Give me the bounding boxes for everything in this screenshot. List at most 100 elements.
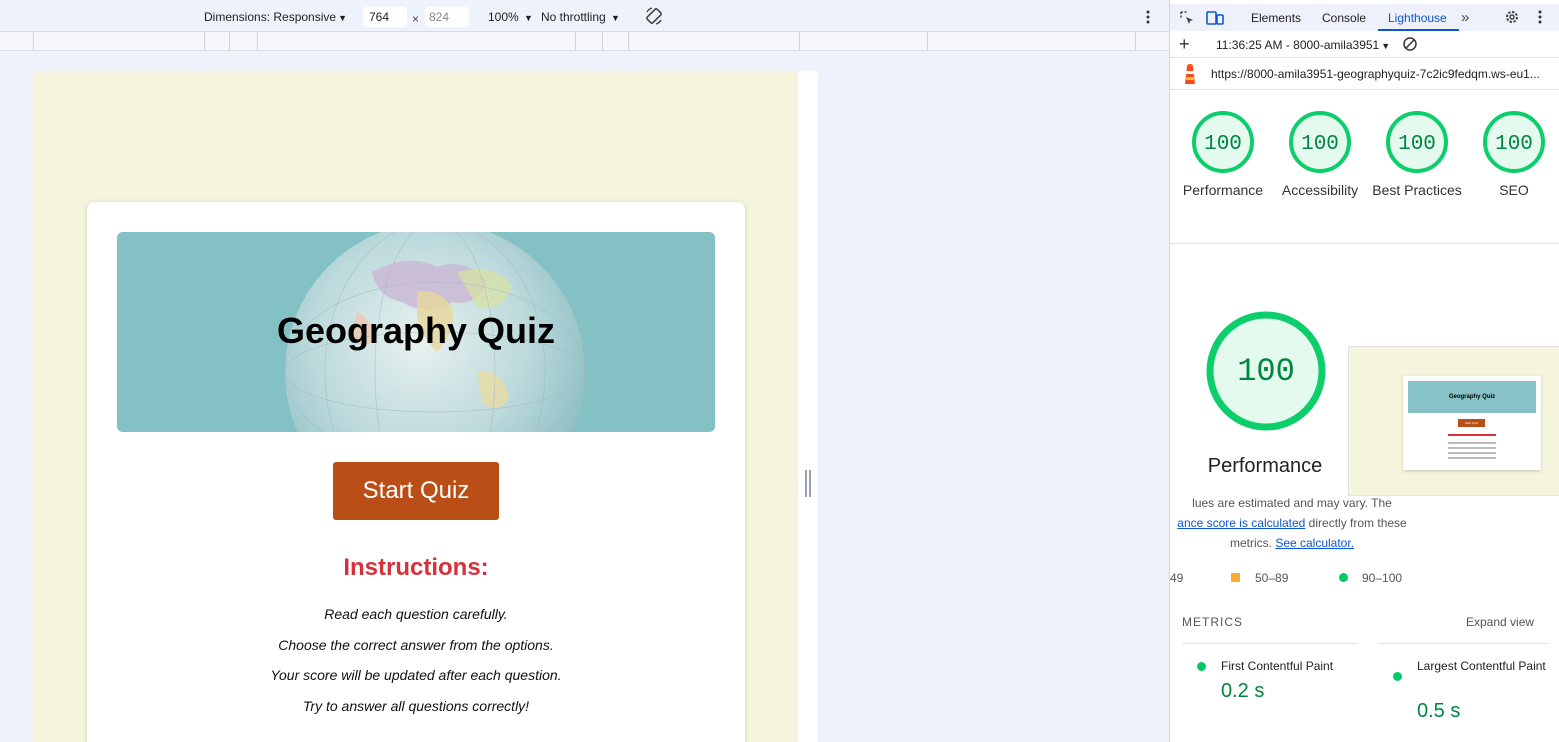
height-input[interactable]: 824: [425, 7, 469, 27]
metric-value: 0.2 s: [1221, 680, 1265, 702]
score-ring: 100: [1192, 111, 1254, 173]
more-tabs-icon[interactable]: »: [1461, 9, 1469, 26]
ruler-tick: [1135, 32, 1136, 51]
devtools-tabbar: Elements Console Lighthouse »: [1170, 4, 1559, 31]
expand-view-toggle[interactable]: Expand view: [1466, 615, 1534, 629]
instructions-heading: Instructions:: [343, 554, 489, 581]
score-gauge-performance[interactable]: 100 Performance: [1175, 110, 1271, 200]
pass-circle-icon: [1339, 573, 1348, 582]
quiz-title: Geography Quiz: [276, 310, 556, 351]
score-value: 100: [1204, 133, 1242, 156]
divider: [1378, 643, 1548, 644]
zoom-label: 100%: [488, 10, 519, 24]
ruler-tick: [799, 32, 800, 51]
score-legend: 49 50–89 90–100: [1170, 570, 1559, 586]
caret-down-icon: ▼: [611, 13, 620, 23]
pass-circle-icon: [1197, 662, 1206, 671]
score-gauge-best-practices[interactable]: 100 Best Practices: [1369, 110, 1465, 200]
big-score-gauge: 100: [1206, 311, 1326, 431]
kebab-menu-icon[interactable]: [1537, 9, 1543, 25]
instruction-line: Choose the correct answer from the optio…: [278, 637, 554, 653]
device-emulator-pane: Dimensions: Responsive ▼ 764 × 824 100% ▼…: [0, 0, 1169, 742]
throttling-dropdown[interactable]: No throttling ▼: [541, 10, 620, 24]
thumbnail-line: [1448, 447, 1496, 449]
thumbnail-line: [1448, 442, 1496, 444]
thumbnail-card: Geography Quiz Start Quiz: [1403, 376, 1541, 470]
hero-banner: Geography Quiz: [117, 232, 715, 432]
description-text: lues are estimated and may vary. The: [1192, 496, 1392, 510]
dimensions-dropdown[interactable]: Dimensions: Responsive ▼: [204, 10, 347, 24]
report-url[interactable]: https://8000-amila3951-geographyquiz-7c2…: [1211, 67, 1546, 81]
ruler-tick: [257, 32, 258, 51]
device-toolbar: Dimensions: Responsive ▼ 764 × 824 100% ▼…: [0, 4, 1169, 31]
viewport-edge: [798, 71, 818, 742]
tab-lighthouse[interactable]: Lighthouse: [1388, 11, 1447, 25]
thumbnail-button: Start Quiz: [1458, 419, 1485, 427]
description-text: metrics.: [1229, 536, 1276, 550]
pass-circle-icon: [1393, 672, 1402, 681]
score-value: 100: [1301, 133, 1339, 156]
metrics-header: METRICS Expand view: [1170, 607, 1559, 637]
score-label: Accessibility: [1281, 182, 1359, 198]
report-selector-label: 11:36:25 AM - 8000-amila3951: [1216, 38, 1380, 52]
instruction-line: Try to answer all questions correctly!: [302, 698, 530, 714]
report-selector[interactable]: 11:36:25 AM - 8000-amila3951 ▼: [1216, 38, 1390, 52]
metric-name: First Contentful Paint: [1221, 659, 1334, 673]
score-ring: 100: [1483, 111, 1545, 173]
report-url-row: https://8000-amila3951-geographyquiz-7c2…: [1170, 58, 1559, 90]
score-ring: 100: [1386, 111, 1448, 173]
see-calculator-link[interactable]: See calculator.: [1275, 536, 1354, 550]
score-gauge-accessibility[interactable]: 100 Accessibility: [1272, 110, 1368, 200]
rotate-icon[interactable]: [644, 6, 664, 26]
width-input[interactable]: 764: [363, 7, 407, 27]
lighthouse-logo-icon: [1185, 64, 1195, 84]
start-quiz-button[interactable]: Start Quiz: [333, 462, 499, 520]
inspect-element-icon[interactable]: [1179, 10, 1195, 26]
score-calculated-link[interactable]: ance score is calculated: [1177, 516, 1305, 530]
page-viewport: Geography Quiz Start Quiz Instructions: …: [34, 71, 798, 742]
score-value: 100: [1398, 133, 1436, 156]
average-square-icon: [1231, 573, 1240, 582]
report-toolbar: + 11:36:25 AM - 8000-amila3951 ▼: [1170, 31, 1559, 58]
big-score-value: 100: [1237, 353, 1295, 390]
performance-description: lues are estimated and may vary. The anc…: [1170, 493, 1422, 553]
thumbnail-hero: Geography Quiz: [1408, 381, 1536, 413]
score-label: Performance: [1182, 182, 1264, 198]
ruler-tick: [628, 32, 629, 51]
device-toolbar-icon[interactable]: [1206, 10, 1224, 26]
score-gauge-seo[interactable]: 100 SEO: [1466, 110, 1559, 200]
devtools-panel: Elements Console Lighthouse » + 11:36:25…: [1169, 0, 1559, 742]
legend-average-label: 50–89: [1255, 571, 1289, 585]
final-screenshot-thumbnail[interactable]: Geography Quiz Start Quiz: [1348, 346, 1559, 496]
metric-value: 0.5 s: [1417, 700, 1461, 722]
divider: [1182, 643, 1358, 644]
divider: [1170, 243, 1559, 244]
gear-icon[interactable]: [1504, 9, 1520, 25]
ruler-tick: [927, 32, 928, 51]
quiz-card: Geography Quiz Start Quiz Instructions: …: [87, 202, 745, 742]
zoom-dropdown[interactable]: 100% ▼: [488, 10, 533, 24]
throttling-label: No throttling: [541, 10, 606, 24]
score-ring: 100: [1289, 111, 1351, 173]
tab-elements[interactable]: Elements: [1251, 11, 1301, 25]
media-query-ruler[interactable]: [0, 31, 1169, 51]
thumbnail-line: [1448, 452, 1496, 454]
clear-all-icon[interactable]: [1402, 36, 1418, 52]
thumbnail-line: [1448, 434, 1496, 436]
times-symbol: ×: [412, 12, 420, 26]
tab-console[interactable]: Console: [1322, 11, 1366, 25]
thumbnail-line: [1448, 457, 1496, 459]
new-report-icon[interactable]: +: [1179, 35, 1190, 53]
metric-name: Largest Contentful Paint: [1417, 659, 1546, 673]
score-value: 100: [1495, 133, 1533, 156]
more-options-icon[interactable]: [1143, 8, 1153, 26]
score-label: SEO: [1499, 182, 1529, 198]
description-text: directly from these: [1305, 516, 1407, 530]
ruler-tick: [229, 32, 230, 51]
ruler-tick: [204, 32, 205, 51]
ruler-tick: [575, 32, 576, 51]
instruction-line: Your score will be updated after each qu…: [270, 667, 562, 683]
resize-handle[interactable]: [805, 470, 811, 497]
legend-pass-label: 90–100: [1362, 571, 1403, 585]
score-label: Best Practices: [1372, 182, 1462, 198]
